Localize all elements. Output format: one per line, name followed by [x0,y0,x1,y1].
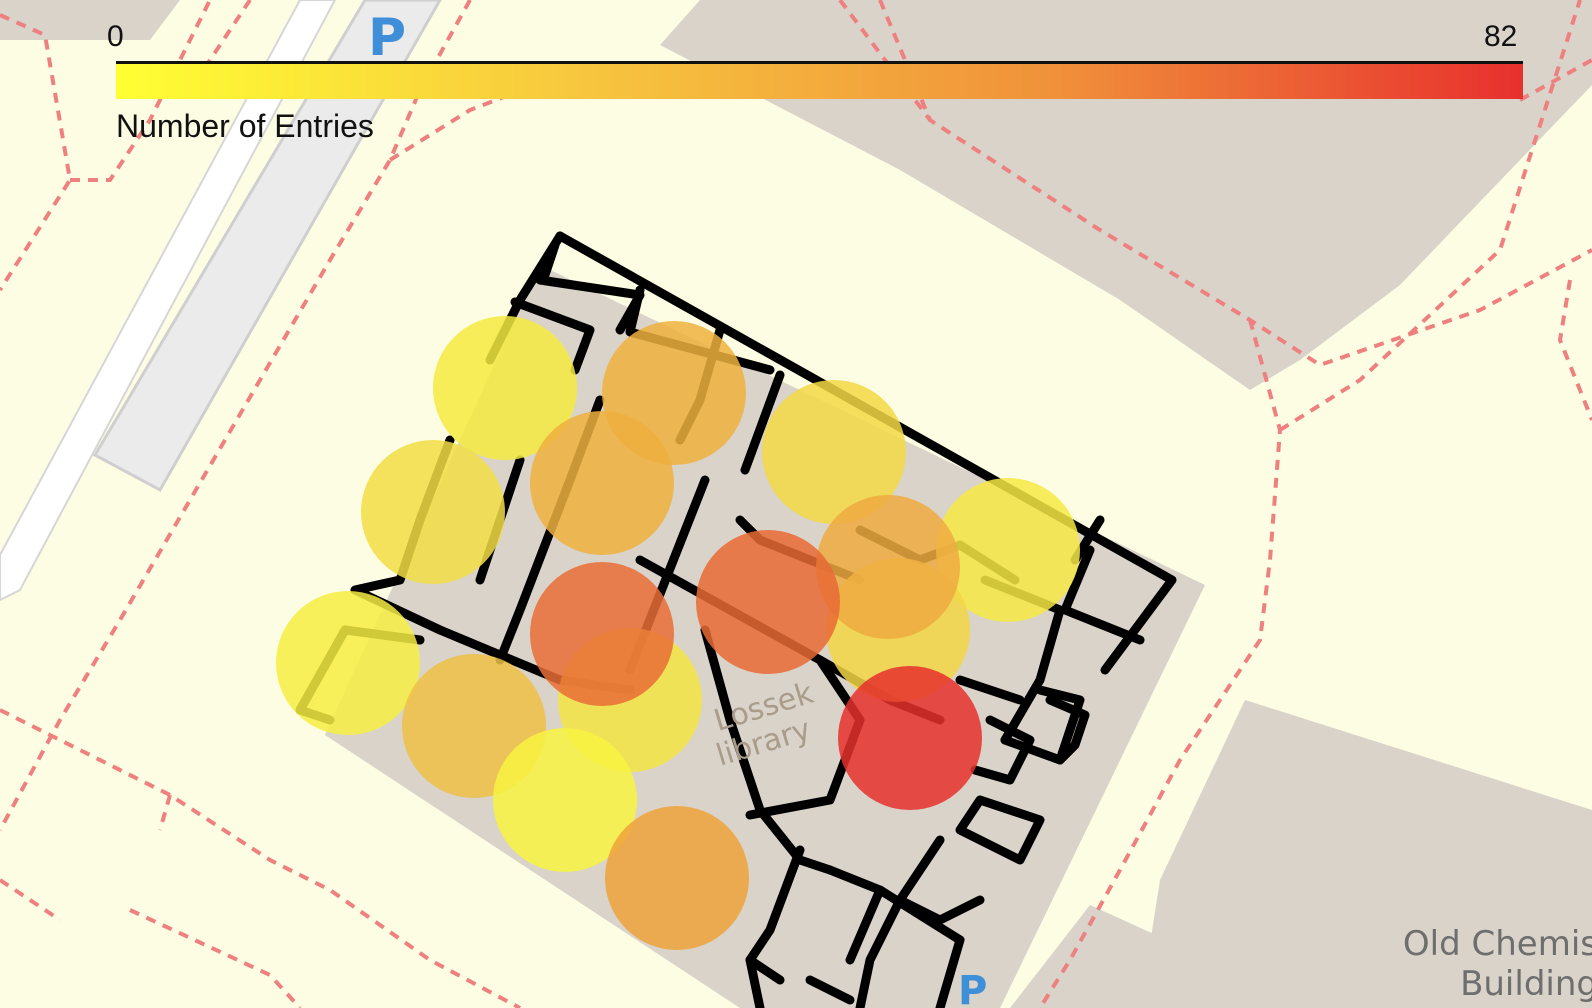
map-view[interactable]: 0 82 Number of Entries P P Old Chemis Bu… [0,0,1592,1008]
heat-point[interactable] [276,591,420,735]
legend-min-label: 0 [107,20,124,53]
parking-icon: P [368,8,407,68]
heat-point[interactable] [530,562,674,706]
legend-color-scale [116,61,1523,99]
heat-point[interactable] [696,530,840,674]
legend-title: Number of Entries [116,108,374,144]
building-label: Old Chemis [1402,924,1592,964]
legend-max-label: 82 [1484,20,1518,53]
building-top-left [0,0,180,40]
parking-icon: P [958,968,988,1008]
heat-point[interactable] [530,411,674,555]
heat-point[interactable] [838,666,982,810]
building-north [660,0,1592,390]
heat-point[interactable] [361,440,505,584]
map-canvas[interactable] [0,0,1592,1008]
heat-point[interactable] [605,806,749,950]
building-label: Building [1460,964,1592,1004]
